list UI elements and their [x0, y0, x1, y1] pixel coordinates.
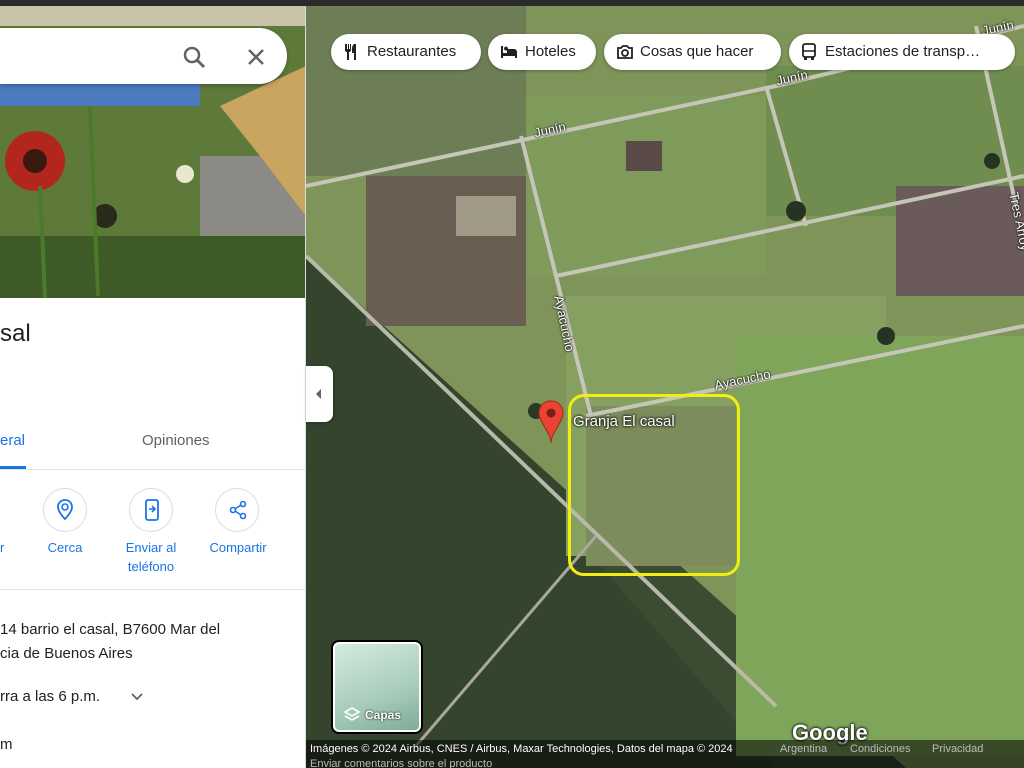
link-country[interactable]: Argentina	[780, 743, 827, 755]
link-terms[interactable]: Condiciones	[850, 743, 911, 755]
attribution-bar: Imágenes © 2024 Airbus, CNES / Airbus, M…	[306, 740, 1024, 768]
fork-knife-icon	[345, 44, 356, 60]
chip-transit-stations[interactable]: Estaciones de transp…	[789, 34, 1015, 70]
place-panel: sal eral Opiniones r Cerca Enviar al tel…	[0, 6, 306, 768]
chip-label: Restaurantes	[367, 43, 457, 60]
hours-text[interactable]: rra a las 6 p.m.	[0, 688, 100, 705]
action-send-label-2[interactable]: teléfono	[118, 557, 184, 576]
camera-icon	[617, 45, 633, 59]
nearby-icon	[57, 499, 73, 521]
chip-things-to-do[interactable]: Cosas que hacer	[604, 34, 781, 70]
chevron-left-icon	[316, 389, 321, 399]
action-send-label-1[interactable]: Enviar al	[118, 538, 184, 557]
link-privacy[interactable]: Privacidad	[932, 743, 983, 755]
map-pin-icon[interactable]	[537, 400, 565, 444]
tab-general[interactable]: eral	[0, 432, 25, 449]
browser-top-edge	[0, 0, 1024, 6]
nearby-button[interactable]	[43, 488, 87, 532]
action-nearby-label[interactable]: Cerca	[45, 538, 85, 557]
chip-hotels[interactable]: Hoteles	[488, 34, 596, 70]
bus-icon	[802, 43, 816, 60]
share-icon	[229, 500, 247, 520]
address-text[interactable]: 14 barrio el casal, B7600 Mar del cia de…	[0, 618, 220, 666]
chip-label: Estaciones de transp…	[825, 43, 981, 60]
tab-reviews[interactable]: Opiniones	[142, 432, 210, 449]
divider	[0, 589, 305, 590]
address-line-1: 14 barrio el casal, B7600 Mar del	[0, 621, 221, 638]
chip-restaurants[interactable]: Restaurantes	[331, 34, 481, 70]
close-icon[interactable]	[243, 44, 269, 70]
chip-label: Cosas que hacer	[640, 43, 754, 60]
chip-label: Hoteles	[525, 43, 576, 60]
screen: Junín Junín Junín Ayacucho Ayacucho Tres…	[0, 0, 1024, 768]
collapse-panel-button[interactable]	[306, 366, 333, 422]
panel-tabs: eral Opiniones	[0, 426, 305, 470]
chevron-down-icon[interactable]	[130, 690, 144, 704]
link-feedback[interactable]: Enviar comentarios sobre el producto	[310, 758, 492, 768]
place-title: sal	[0, 320, 31, 347]
website-text[interactable]: m	[0, 736, 13, 753]
layers-icon	[343, 707, 361, 721]
action-share-label[interactable]: Compartir	[203, 538, 273, 557]
action-row: r Cerca Enviar al teléfono Compartir	[0, 486, 305, 586]
place-label[interactable]: Granja El casal	[573, 413, 675, 430]
active-tab-indicator	[0, 466, 26, 469]
search-icon[interactable]	[181, 44, 209, 72]
share-button[interactable]	[215, 488, 259, 532]
address-line-2: cia de Buenos Aires	[0, 645, 133, 662]
send-to-phone-button[interactable]	[129, 488, 173, 532]
layers-button[interactable]: Capas	[331, 640, 423, 734]
bed-icon	[501, 46, 517, 58]
layers-label: Capas	[365, 708, 402, 722]
action-directions-label[interactable]: r	[0, 538, 4, 557]
attribution-text: Imágenes © 2024 Airbus, CNES / Airbus, M…	[310, 743, 733, 755]
send-to-phone-icon	[145, 499, 159, 521]
